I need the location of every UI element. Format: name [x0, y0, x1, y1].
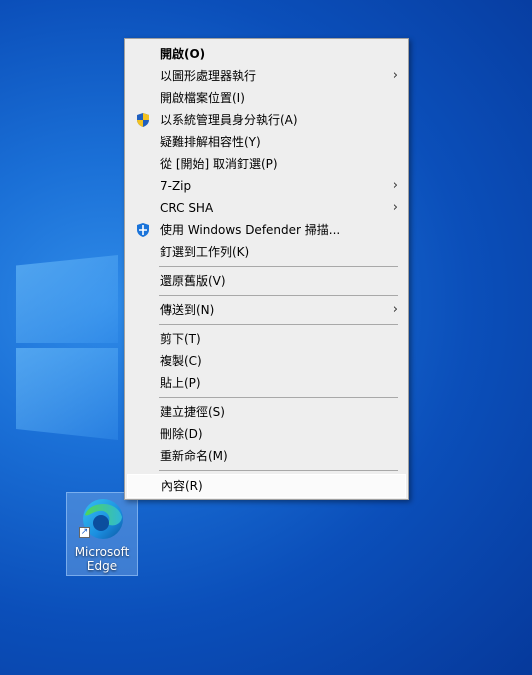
- menu-item[interactable]: 從 [開始] 取消釘選(P): [125, 153, 408, 175]
- menu-item[interactable]: 開啟檔案位置(I): [125, 87, 408, 109]
- menu-item-label: 剪下(T): [160, 332, 201, 346]
- menu-item-label: 以圖形處理器執行: [160, 69, 257, 83]
- menu-item[interactable]: 疑難排解相容性(Y): [125, 131, 408, 153]
- context-menu: 開啟(O) 以圖形處理器執行 › 開啟檔案位置(I) 以系統管理員身分執行(A) 疑難排解…: [124, 38, 409, 500]
- menu-item[interactable]: 釘選到工作列(K): [125, 241, 408, 263]
- submenu-arrow-icon: ›: [392, 302, 398, 317]
- menu-item-label: 刪除(D): [160, 427, 203, 441]
- menu-item[interactable]: 傳送到(N) ›: [125, 299, 408, 321]
- menu-item-label: 還原舊版(V): [160, 274, 226, 288]
- menu-item-label: 釘選到工作列(K): [160, 245, 250, 259]
- menu-item-label: 以系統管理員身分執行(A): [160, 113, 298, 127]
- defender-icon: [137, 223, 149, 237]
- menu-item[interactable]: 剪下(T): [125, 328, 408, 350]
- submenu-arrow-icon: ›: [392, 68, 398, 83]
- menu-item[interactable]: 以圖形處理器執行 ›: [125, 65, 408, 87]
- uac-shield-icon: [137, 113, 149, 127]
- menu-item[interactable]: 還原舊版(V): [125, 270, 408, 292]
- menu-item[interactable]: 刪除(D): [125, 423, 408, 445]
- menu-separator: [159, 397, 398, 398]
- desktop-icon-label: Microsoft Edge: [74, 545, 130, 573]
- menu-item[interactable]: 以系統管理員身分執行(A): [125, 109, 408, 131]
- menu-item-label: 開啟檔案位置(I): [160, 91, 245, 105]
- menu-item-label: 疑難排解相容性(Y): [160, 135, 261, 149]
- menu-item[interactable]: 內容(R): [127, 474, 406, 498]
- menu-item-label: 內容(R): [161, 479, 203, 493]
- desktop-icon-edge[interactable]: ↗ Microsoft Edge: [66, 492, 138, 576]
- windows-logo-pane-bottom: [16, 348, 118, 440]
- menu-separator: [159, 295, 398, 296]
- menu-item-label: CRC SHA: [160, 201, 214, 215]
- submenu-arrow-icon: ›: [392, 200, 398, 215]
- menu-item[interactable]: 複製(C): [125, 350, 408, 372]
- menu-item[interactable]: 貼上(P): [125, 372, 408, 394]
- menu-item-label: 開啟(O): [160, 47, 206, 61]
- submenu-arrow-icon: ›: [392, 178, 398, 193]
- menu-item[interactable]: 7-Zip ›: [125, 175, 408, 197]
- menu-item-label: 建立捷徑(S): [160, 405, 225, 419]
- menu-item-label: 傳送到(N): [160, 303, 215, 317]
- menu-item[interactable]: 開啟(O): [125, 43, 408, 65]
- menu-item-label: 7-Zip: [160, 179, 192, 193]
- menu-item-label: 重新命名(M): [160, 449, 228, 463]
- menu-separator: [159, 266, 398, 267]
- menu-item[interactable]: 重新命名(M): [125, 445, 408, 467]
- menu-item[interactable]: 建立捷徑(S): [125, 401, 408, 423]
- windows-logo-pane-top: [16, 255, 118, 343]
- shortcut-arrow-icon: ↗: [79, 527, 90, 538]
- menu-item-label: 從 [開始] 取消釘選(P): [160, 157, 278, 171]
- menu-item-label: 複製(C): [160, 354, 202, 368]
- menu-separator: [159, 470, 398, 471]
- menu-item[interactable]: CRC SHA ›: [125, 197, 408, 219]
- menu-separator: [159, 324, 398, 325]
- menu-item[interactable]: 使用 Windows Defender 掃描...: [125, 219, 408, 241]
- menu-item-label: 貼上(P): [160, 376, 201, 390]
- menu-item-label: 使用 Windows Defender 掃描...: [160, 223, 341, 237]
